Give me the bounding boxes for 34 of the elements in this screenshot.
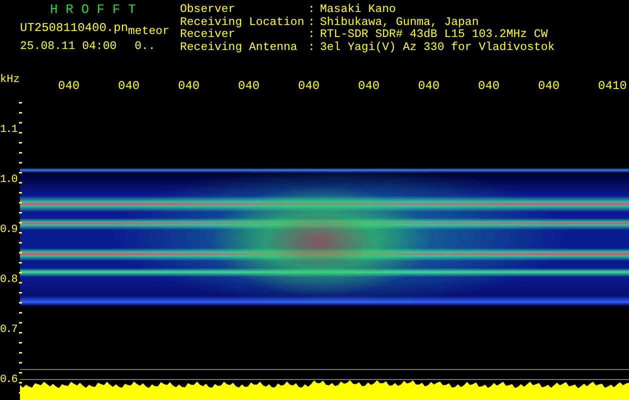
axis-tick-label: 1.1 bbox=[0, 123, 17, 137]
axis-tick-label: 040 bbox=[478, 79, 500, 93]
axis-tick-label: 040 bbox=[358, 79, 380, 93]
axis-tick-label: 0.7 bbox=[0, 323, 17, 337]
file-name: UT2508110400.pn bbox=[20, 21, 128, 35]
app-title: H R O F F T bbox=[49, 3, 137, 17]
info-label: Receiver bbox=[180, 29, 236, 42]
axis-tick-label: 040 bbox=[238, 79, 260, 93]
info-label: Receiving Location bbox=[180, 16, 306, 28]
unit-label: kHz bbox=[0, 74, 20, 86]
axis-tick-label: 0.6 bbox=[0, 373, 17, 387]
info-value: Shibukawa, Gunma, Japan bbox=[320, 16, 480, 28]
info-value: 3el Yagi(V) Az 330 for Vladivostok bbox=[320, 42, 555, 54]
date-time: 25.08.11 04:00 bbox=[20, 40, 117, 53]
axis-tick-label: 040 bbox=[538, 79, 560, 93]
axis-tick-label: 040 bbox=[298, 79, 320, 93]
mode-label: meteor bbox=[128, 25, 170, 38]
axis-tick-label: 0.9 bbox=[0, 223, 17, 237]
info-value: Masaki Kano bbox=[320, 4, 397, 16]
axis-tick-label: 040 bbox=[58, 79, 80, 93]
value-label: 0.. bbox=[134, 40, 156, 53]
info-label: Receiving Antenna bbox=[180, 42, 298, 54]
info-value: RTL-SDR SDR# 43dB L15 103.2MHz CW bbox=[320, 29, 549, 42]
axis-tick-label: 040 bbox=[118, 79, 140, 93]
separator: : bbox=[308, 42, 316, 54]
axis-tick-label: 040 bbox=[178, 79, 200, 93]
separator: : bbox=[308, 16, 316, 29]
axis-tick-label: 0.8 bbox=[0, 273, 17, 287]
info-label: Observer bbox=[180, 4, 236, 16]
separator: : bbox=[308, 29, 316, 42]
axis-tick-label: 040 bbox=[418, 79, 440, 93]
axis-tick-label: 1.0 bbox=[0, 173, 17, 187]
separator: : bbox=[308, 4, 316, 16]
axis-tick-label: 0410 bbox=[598, 79, 627, 93]
